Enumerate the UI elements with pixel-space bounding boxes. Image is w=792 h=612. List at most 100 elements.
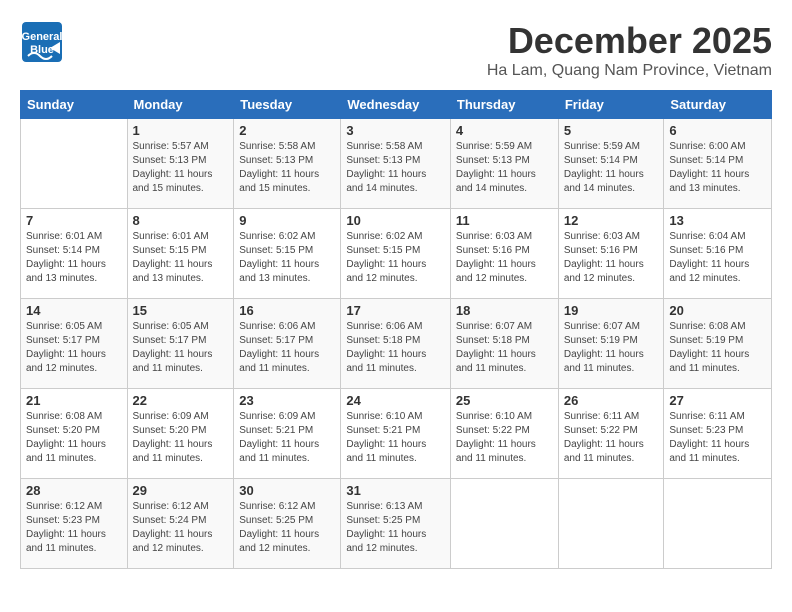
weekday-header-saturday: Saturday (664, 91, 772, 119)
day-info: Sunrise: 6:10 AM Sunset: 5:21 PM Dayligh… (346, 410, 445, 466)
day-number: 19 (564, 303, 659, 318)
calendar-cell: 6 Sunrise: 6:00 AM Sunset: 5:14 PM Daylig… (664, 119, 772, 209)
calendar-cell: 16 Sunrise: 6:06 AM Sunset: 5:17 PM Dayli… (234, 299, 341, 389)
location-subtitle: Ha Lam, Quang Nam Province, Vietnam (487, 62, 772, 80)
day-number: 16 (239, 303, 335, 318)
day-info: Sunrise: 6:01 AM Sunset: 5:14 PM Dayligh… (26, 230, 122, 286)
day-number: 24 (346, 393, 445, 408)
calendar-cell: 21 Sunrise: 6:08 AM Sunset: 5:20 PM Dayli… (21, 389, 128, 479)
logo-icon: General Blue (20, 20, 64, 64)
day-info: Sunrise: 6:12 AM Sunset: 5:23 PM Dayligh… (26, 500, 122, 556)
day-info: Sunrise: 6:11 AM Sunset: 5:23 PM Dayligh… (669, 410, 766, 466)
calendar-cell: 29Sunrise: 6:12 AM Sunset: 5:24 PM Dayli… (127, 479, 234, 569)
day-number: 20 (669, 303, 766, 318)
day-number: 5 (564, 123, 659, 138)
day-info: Sunrise: 6:03 AM Sunset: 5:16 PM Dayligh… (564, 230, 659, 286)
calendar-cell: 5 Sunrise: 5:59 AM Sunset: 5:14 PM Daylig… (558, 119, 664, 209)
day-info: Sunrise: 6:10 AM Sunset: 5:22 PM Dayligh… (456, 410, 553, 466)
day-info: Sunrise: 6:04 AM Sunset: 5:16 PM Dayligh… (669, 230, 766, 286)
calendar-cell: 27 Sunrise: 6:11 AM Sunset: 5:23 PM Dayli… (664, 389, 772, 479)
day-info: Sunrise: 6:02 AM Sunset: 5:15 PM Dayligh… (346, 230, 445, 286)
month-title: December 2025 (487, 20, 772, 62)
day-info: Sunrise: 6:06 AM Sunset: 5:18 PM Dayligh… (346, 320, 445, 376)
calendar-cell (558, 479, 664, 569)
day-info: Sunrise: 6:13 AM Sunset: 5:25 PM Dayligh… (346, 500, 445, 556)
day-number: 25 (456, 393, 553, 408)
day-info: Sunrise: 6:08 AM Sunset: 5:20 PM Dayligh… (26, 410, 122, 466)
day-number: 26 (564, 393, 659, 408)
day-info: Sunrise: 5:58 AM Sunset: 5:13 PM Dayligh… (346, 140, 445, 196)
day-number: 11 (456, 213, 553, 228)
day-info: Sunrise: 6:03 AM Sunset: 5:16 PM Dayligh… (456, 230, 553, 286)
day-info: Sunrise: 6:12 AM Sunset: 5:24 PM Dayligh… (133, 500, 229, 556)
calendar-cell: 20 Sunrise: 6:08 AM Sunset: 5:19 PM Dayli… (664, 299, 772, 389)
day-info: Sunrise: 6:07 AM Sunset: 5:18 PM Dayligh… (456, 320, 553, 376)
day-number: 22 (133, 393, 229, 408)
day-number: 21 (26, 393, 122, 408)
calendar-cell (450, 479, 558, 569)
day-number: 31 (346, 483, 445, 498)
day-number: 28 (26, 483, 122, 498)
day-info: Sunrise: 6:00 AM Sunset: 5:14 PM Dayligh… (669, 140, 766, 196)
weekday-header-row: SundayMondayTuesdayWednesdayThursdayFrid… (21, 91, 772, 119)
day-info: Sunrise: 6:11 AM Sunset: 5:22 PM Dayligh… (564, 410, 659, 466)
day-info: Sunrise: 5:58 AM Sunset: 5:13 PM Dayligh… (239, 140, 335, 196)
day-number: 6 (669, 123, 766, 138)
day-number: 10 (346, 213, 445, 228)
calendar-cell: 25 Sunrise: 6:10 AM Sunset: 5:22 PM Dayli… (450, 389, 558, 479)
calendar-cell: 3Sunrise: 5:58 AM Sunset: 5:13 PM Daylig… (341, 119, 451, 209)
title-block: December 2025 Ha Lam, Quang Nam Province… (487, 20, 772, 80)
calendar-cell: 19 Sunrise: 6:07 AM Sunset: 5:19 PM Dayli… (558, 299, 664, 389)
day-info: Sunrise: 6:05 AM Sunset: 5:17 PM Dayligh… (133, 320, 229, 376)
day-number: 12 (564, 213, 659, 228)
calendar-cell: 15 Sunrise: 6:05 AM Sunset: 5:17 PM Dayli… (127, 299, 234, 389)
day-info: Sunrise: 6:07 AM Sunset: 5:19 PM Dayligh… (564, 320, 659, 376)
day-number: 13 (669, 213, 766, 228)
day-number: 7 (26, 213, 122, 228)
calendar-cell: 31 Sunrise: 6:13 AM Sunset: 5:25 PM Dayli… (341, 479, 451, 569)
day-info: Sunrise: 6:02 AM Sunset: 5:15 PM Dayligh… (239, 230, 335, 286)
calendar-cell (21, 119, 128, 209)
calendar-cell: 28 Sunrise: 6:12 AM Sunset: 5:23 PM Dayli… (21, 479, 128, 569)
calendar-cell: 10 Sunrise: 6:02 AM Sunset: 5:15 PM Dayli… (341, 209, 451, 299)
calendar-cell: 4 Sunrise: 5:59 AM Sunset: 5:13 PM Daylig… (450, 119, 558, 209)
day-number: 30 (239, 483, 335, 498)
calendar-cell: 17Sunrise: 6:06 AM Sunset: 5:18 PM Dayli… (341, 299, 451, 389)
calendar-cell (664, 479, 772, 569)
calendar-week-row: 14 Sunrise: 6:05 AM Sunset: 5:17 PM Dayli… (21, 299, 772, 389)
calendar-cell: 13 Sunrise: 6:04 AM Sunset: 5:16 PM Dayli… (664, 209, 772, 299)
day-number: 1 (133, 123, 229, 138)
weekday-header-thursday: Thursday (450, 91, 558, 119)
calendar-cell: 26 Sunrise: 6:11 AM Sunset: 5:22 PM Dayli… (558, 389, 664, 479)
day-info: Sunrise: 6:08 AM Sunset: 5:19 PM Dayligh… (669, 320, 766, 376)
calendar-cell: 30 Sunrise: 6:12 AM Sunset: 5:25 PM Dayli… (234, 479, 341, 569)
calendar-cell: 7 Sunrise: 6:01 AM Sunset: 5:14 PM Daylig… (21, 209, 128, 299)
calendar-cell: 22 Sunrise: 6:09 AM Sunset: 5:20 PM Dayli… (127, 389, 234, 479)
calendar-week-row: 1Sunrise: 5:57 AM Sunset: 5:13 PM Daylig… (21, 119, 772, 209)
day-number: 9 (239, 213, 335, 228)
day-info: Sunrise: 6:06 AM Sunset: 5:17 PM Dayligh… (239, 320, 335, 376)
day-number: 4 (456, 123, 553, 138)
day-number: 14 (26, 303, 122, 318)
weekday-header-sunday: Sunday (21, 91, 128, 119)
calendar-cell: 12 Sunrise: 6:03 AM Sunset: 5:16 PM Dayli… (558, 209, 664, 299)
calendar-table: SundayMondayTuesdayWednesdayThursdayFrid… (20, 90, 772, 569)
svg-text:Blue: Blue (30, 44, 54, 56)
day-number: 27 (669, 393, 766, 408)
day-info: Sunrise: 6:12 AM Sunset: 5:25 PM Dayligh… (239, 500, 335, 556)
day-info: Sunrise: 6:05 AM Sunset: 5:17 PM Dayligh… (26, 320, 122, 376)
logo: General Blue (20, 20, 68, 64)
day-info: Sunrise: 5:59 AM Sunset: 5:14 PM Dayligh… (564, 140, 659, 196)
day-number: 23 (239, 393, 335, 408)
weekday-header-friday: Friday (558, 91, 664, 119)
calendar-week-row: 21 Sunrise: 6:08 AM Sunset: 5:20 PM Dayli… (21, 389, 772, 479)
day-info: Sunrise: 6:01 AM Sunset: 5:15 PM Dayligh… (133, 230, 229, 286)
calendar-week-row: 28 Sunrise: 6:12 AM Sunset: 5:23 PM Dayli… (21, 479, 772, 569)
weekday-header-monday: Monday (127, 91, 234, 119)
day-info: Sunrise: 6:09 AM Sunset: 5:21 PM Dayligh… (239, 410, 335, 466)
day-info: Sunrise: 5:59 AM Sunset: 5:13 PM Dayligh… (456, 140, 553, 196)
day-number: 8 (133, 213, 229, 228)
day-number: 15 (133, 303, 229, 318)
calendar-cell: 9 Sunrise: 6:02 AM Sunset: 5:15 PM Daylig… (234, 209, 341, 299)
day-info: Sunrise: 6:09 AM Sunset: 5:20 PM Dayligh… (133, 410, 229, 466)
